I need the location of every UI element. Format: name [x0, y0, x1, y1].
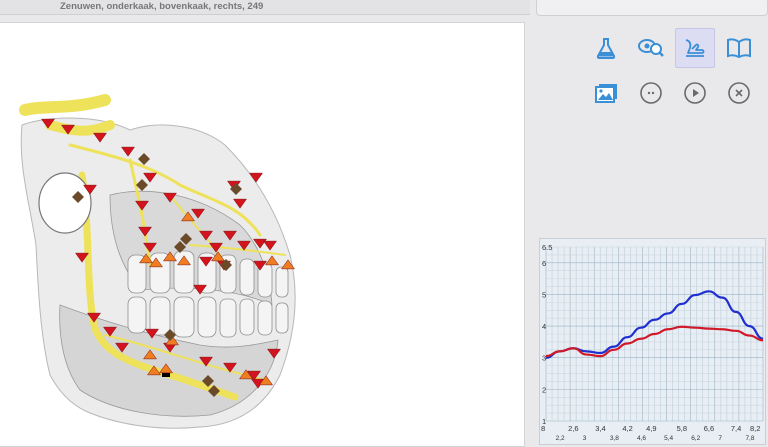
x-tick-label: 3,4 [595, 424, 605, 433]
title-bar: Zenuwen, onderkaak, bovenkaak, rechts, 2… [0, 0, 530, 15]
more-icon [640, 82, 662, 104]
pointer-hand-button[interactable] [675, 28, 715, 68]
close-button[interactable] [719, 73, 759, 113]
search-eye-button[interactable] [631, 28, 671, 68]
orbit-opening [38, 172, 92, 234]
x-tick-label: 5,4 [664, 435, 673, 442]
y-tick-label: 5 [542, 290, 546, 299]
y-tick-label: 6 [542, 259, 546, 268]
line-chart-panel: 6.5 6 5 4 3 2 1 8 2,6 3,4 4,2 4,9 5,8 6,6 7,4 8,2 2,2 3 3,… [539, 238, 766, 445]
x-tick-label: 6,6 [704, 424, 714, 433]
x-tick-label: 2,6 [568, 424, 578, 433]
pointer-hand-icon [685, 39, 705, 57]
page-title: Zenuwen, onderkaak, bovenkaak, rechts, 2… [60, 1, 264, 12]
y-tick-label: 2 [542, 385, 546, 394]
toolbar [536, 22, 768, 222]
right-top-strip [536, 0, 768, 16]
x-tick-label: 4,2 [622, 424, 632, 433]
play-icon [684, 82, 706, 104]
illustration-panel [0, 22, 525, 447]
x-tick-label: 6,2 [691, 435, 700, 442]
x-tick-label: 4,6 [637, 435, 646, 442]
open-book-icon [727, 38, 751, 59]
x-tick-label: 3 [583, 435, 587, 442]
x-tick-label: 5,8 [677, 424, 687, 433]
y-tick-label: 6.5 [542, 243, 552, 252]
x-tick-label: 8,2 [750, 424, 760, 433]
jaw-nerves-illustration[interactable] [10, 85, 310, 435]
x-tick-label: 3,8 [610, 435, 619, 442]
more-button[interactable] [631, 73, 671, 113]
close-icon [728, 82, 750, 104]
images-button[interactable] [586, 73, 626, 113]
line-chart: 6.56543218 2,6 3,4 4,2 4,9 5,8 6,6 7,4 8,22,2 3 3,… [541, 243, 764, 442]
book-button[interactable] [719, 28, 759, 68]
x-tick-label: 7 [718, 435, 722, 442]
x-tick-label: 8 [541, 424, 545, 433]
y-tick-label: 3 [542, 354, 546, 363]
x-tick-label: 2,2 [556, 435, 565, 442]
x-tick-label: 4,9 [646, 424, 656, 433]
flask-button[interactable] [586, 28, 626, 68]
search-eye-icon [638, 39, 664, 57]
x-tick-label: 7,4 [731, 424, 741, 433]
y-tick-label: 4 [542, 322, 546, 331]
play-button[interactable] [675, 73, 715, 113]
photos-icon [595, 84, 617, 103]
x-tick-label: 7,8 [745, 435, 754, 442]
flask-icon [596, 38, 616, 59]
